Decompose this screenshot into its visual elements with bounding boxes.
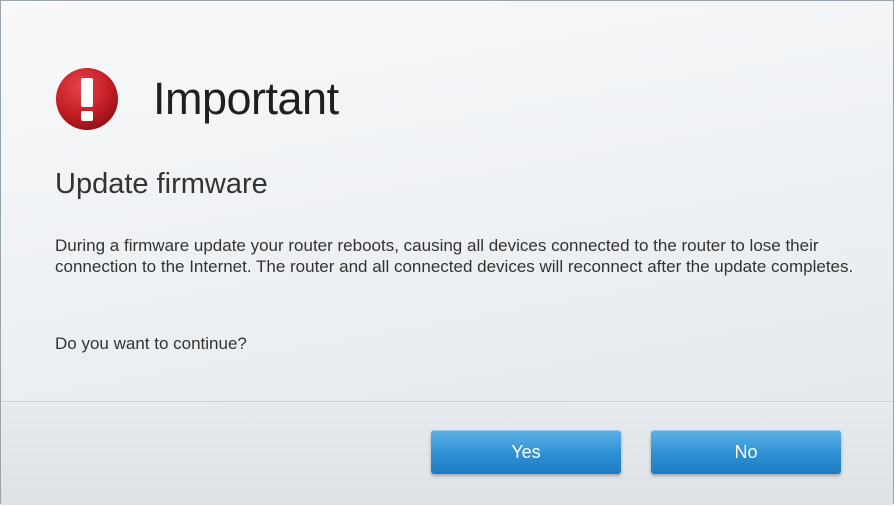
dialog-title: Important: [153, 73, 339, 124]
dialog-header: Important: [55, 67, 339, 131]
dialog-subtitle: Update firmware: [55, 168, 268, 200]
no-button[interactable]: No: [651, 430, 841, 474]
dialog-question: Do you want to continue?: [55, 334, 247, 353]
dialog-footer: Yes No: [1, 403, 893, 505]
exclamation-alert-icon: [56, 68, 118, 130]
yes-button[interactable]: Yes: [431, 430, 621, 474]
dialog-body: Important Update firmware During a firmw…: [1, 1, 893, 401]
dialog-message: During a firmware update your router reb…: [55, 236, 854, 276]
firmware-update-dialog: Important Update firmware During a firmw…: [0, 0, 894, 505]
